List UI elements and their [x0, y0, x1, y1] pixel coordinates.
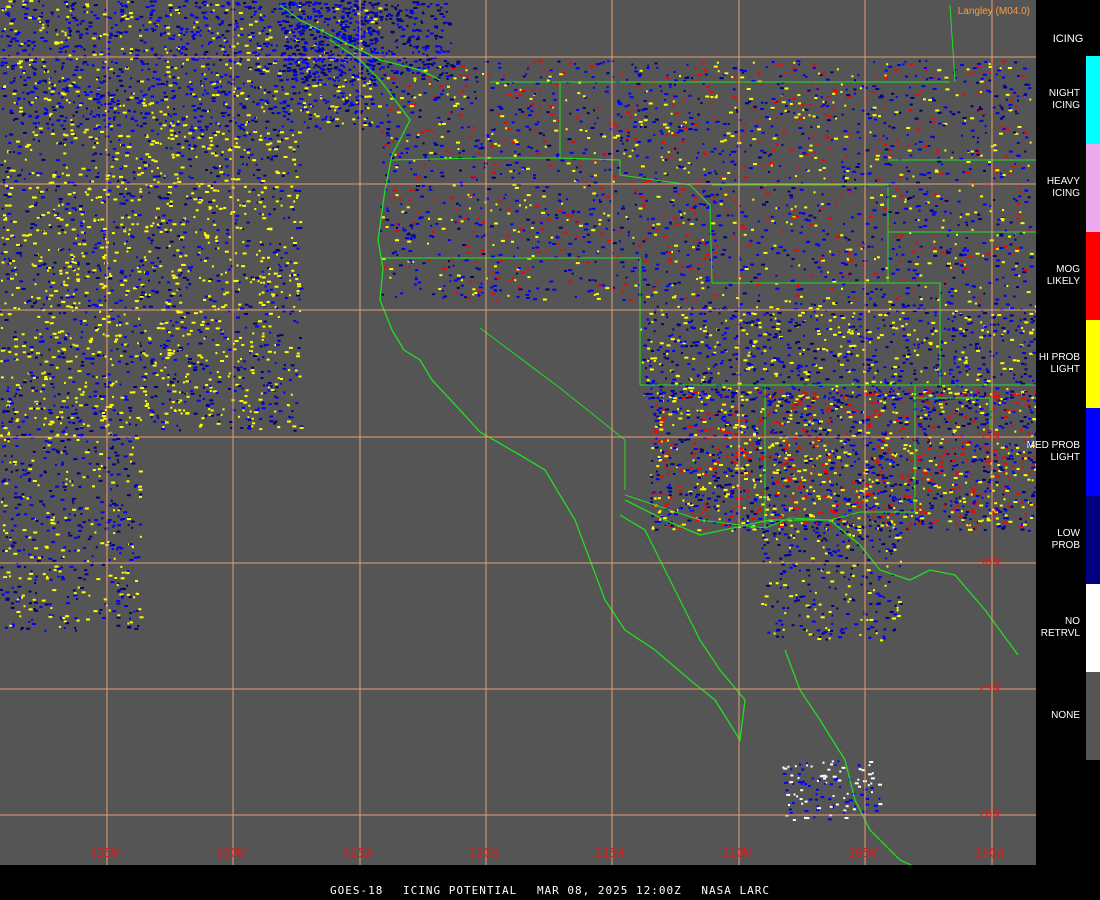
legend-swatch — [1086, 56, 1100, 144]
legend-label: MOG LIKELY — [1046, 264, 1080, 287]
icing-cloud-layer — [0, 0, 1036, 821]
legend-swatch — [1086, 408, 1100, 496]
legend-item: NIGHT ICING — [1036, 56, 1100, 144]
legend-label: NONE — [1051, 710, 1080, 721]
legend-label: NIGHT ICING — [1048, 88, 1080, 111]
legend-item: NONE — [1036, 672, 1100, 760]
satellite-name: GOES-18 — [329, 884, 384, 897]
latitude-label: 30N — [978, 555, 1000, 569]
latitude-label: 35N — [978, 429, 1000, 443]
longitude-label: 130W — [216, 846, 245, 860]
icing-map: Langley (M04.0) 135W 130W 125W 120W 115W 110W… — [0, 0, 1036, 865]
longitude-label: 125W — [343, 846, 372, 860]
legend-item: HEAVY ICING — [1036, 144, 1100, 232]
longitude-label: 120W — [469, 846, 498, 860]
longitude-label: 110W — [722, 846, 751, 860]
mexico-west-coast-line — [784, 649, 913, 865]
longitude-label: 115W — [595, 846, 624, 860]
wy-border — [712, 184, 889, 284]
longitude-label: 135W — [90, 846, 119, 860]
legend-swatch — [1086, 672, 1100, 760]
map-canvas — [0, 0, 1036, 865]
canada-border — [949, 4, 956, 83]
legend-swatch — [1086, 584, 1100, 672]
legend-title: ICING — [1052, 33, 1084, 45]
longitude-label: 105W — [848, 846, 877, 860]
legend-swatch — [1086, 144, 1100, 232]
legend-swatch — [1086, 232, 1100, 320]
pacific-coast-line — [377, 154, 746, 742]
agency-name: NASA LARC — [701, 884, 771, 897]
legend-item: MED PROB LIGHT — [1027, 408, 1100, 496]
longitude-label: 100W — [975, 846, 1004, 860]
legend-label: HEAVY ICING — [1046, 176, 1080, 199]
product-name: ICING POTENTIAL — [402, 884, 518, 897]
ca-nv-border — [479, 327, 626, 490]
state-borders — [380, 4, 1036, 529]
datetime: MAR 08, 2025 12:00Z — [536, 884, 682, 897]
legend: ICING NIGHT ICING HEAVY ICING MOG LIKELY HI… — [1027, 0, 1100, 865]
legend-item: MOG LIKELY — [1036, 232, 1100, 320]
footer-caption: GOES-18 ICING POTENTIAL MAR 08, 2025 12:… — [0, 884, 1100, 900]
legend-item: HI PROB LIGHT — [1036, 320, 1100, 408]
credit-label: Langley (M04.0) — [957, 6, 1030, 17]
legend-label: HI PROB LIGHT — [1038, 352, 1080, 375]
legend-item: LOW PROB — [1036, 496, 1100, 584]
latitude-label: 20N — [978, 807, 1000, 821]
legend-swatch — [1086, 496, 1100, 584]
latitude-label: 25N — [978, 681, 1000, 695]
legend-label: LOW PROB — [1051, 528, 1080, 551]
legend-swatch — [1086, 320, 1100, 408]
legend-label: MED PROB LIGHT — [1026, 440, 1080, 463]
legend-label: NO RETRVL — [1040, 616, 1080, 639]
legend-item: NO RETRVL — [1036, 584, 1100, 672]
